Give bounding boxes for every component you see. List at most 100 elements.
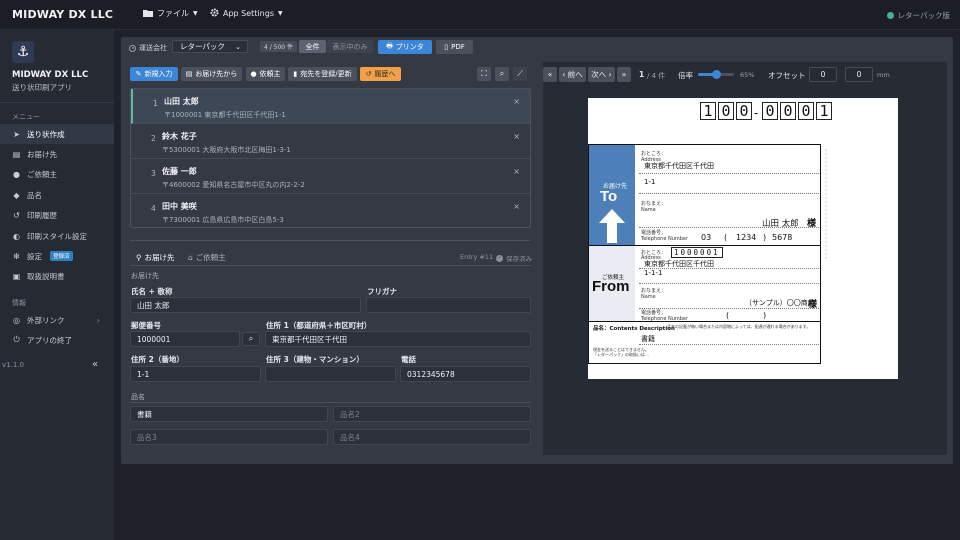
gear-icon: ✻ bbox=[13, 251, 20, 261]
from-name: （サンプル）〇〇商店 bbox=[745, 299, 815, 307]
register-address-button[interactable]: ▮ 宛先を登録/更新 bbox=[288, 67, 357, 81]
address1-field[interactable]: 東京都千代田区千代田 bbox=[265, 331, 531, 347]
list-item[interactable]: 2 鈴木 花子 〒5300001 大阪府大阪市北区梅田1-3-1 × bbox=[131, 124, 530, 159]
sidebar-collapse-button[interactable]: « bbox=[92, 359, 98, 370]
paren-open: ( bbox=[726, 311, 730, 320]
registered-badge: 登録済 bbox=[50, 251, 73, 261]
sidebar-section-info: 情報 bbox=[12, 299, 26, 307]
file-menu[interactable]: ファイル ▼ bbox=[143, 8, 198, 19]
close-icon[interactable]: × bbox=[513, 202, 520, 211]
settings-menu[interactable]: App Settings ▼ bbox=[210, 8, 283, 19]
zip-digit: 0 bbox=[718, 102, 734, 120]
zip-field[interactable]: 1000001 bbox=[130, 331, 240, 347]
from-destination-label: お届け先から bbox=[195, 70, 238, 78]
sidebar-item-clients[interactable]: ● ご依頼主 bbox=[0, 164, 114, 184]
zip-label: 郵便番号 bbox=[131, 321, 161, 330]
printer-button[interactable]: 🖶 プリンタ bbox=[378, 40, 432, 54]
first-page-button[interactable]: « bbox=[543, 67, 557, 82]
list-item-address: 〒7300001 広島県広島市中区白島5-3 bbox=[162, 216, 284, 224]
name-field[interactable]: 山田 太郎 bbox=[130, 297, 361, 313]
check-circle-icon: ✓ bbox=[496, 254, 503, 262]
from-client-button[interactable]: ● 依頼主 bbox=[246, 67, 285, 81]
from-client-label: 依頼主 bbox=[259, 70, 281, 78]
kana-field[interactable] bbox=[366, 297, 531, 313]
tab-destination[interactable]: ⚲ お届け先 bbox=[136, 252, 175, 263]
vertical-note: ・・・・・・・・・・・・・・・・・・・・・・・・・・・・ bbox=[824, 148, 829, 260]
item4-field[interactable]: 品名4 bbox=[333, 429, 531, 445]
sidebar-item-external-links[interactable]: ◎ 外部リンク › bbox=[0, 310, 114, 330]
sidebar-item-label: 取扱説明書 bbox=[27, 271, 65, 281]
search-icon[interactable]: ⌕ bbox=[495, 67, 509, 81]
item3-field[interactable]: 品名3 bbox=[130, 429, 328, 445]
chevron-down-icon: ⌄ bbox=[235, 43, 241, 51]
contents-value: 書籍 bbox=[641, 335, 655, 343]
zip-digit: 0 bbox=[798, 102, 814, 120]
carrier-select[interactable]: レターパック ⌄ bbox=[172, 40, 248, 53]
new-entry-button[interactable]: ✎ 新規入力 bbox=[130, 67, 178, 81]
arrow-shaft bbox=[607, 223, 617, 243]
list-item-number: 4 bbox=[151, 204, 156, 213]
page-total: / 4 件 bbox=[647, 72, 666, 80]
to-address1: 東京都千代田区千代田 bbox=[644, 162, 714, 170]
sidebar-item-print-style[interactable]: ◐ 印刷スタイル設定 bbox=[0, 226, 114, 246]
item2-field[interactable]: 品名2 bbox=[333, 406, 531, 422]
carrier-radio-icon[interactable] bbox=[129, 44, 136, 52]
address2-field[interactable]: 1-1 bbox=[130, 366, 261, 382]
zip-digit: 0 bbox=[762, 102, 778, 120]
list-item[interactable]: 1 山田 太郎 〒1000001 東京都千代田区千代田1-1 × bbox=[131, 89, 530, 124]
carrier-field: 運送会社 bbox=[129, 43, 167, 53]
user-icon: ● bbox=[250, 70, 257, 78]
arrow-up-icon bbox=[599, 209, 625, 223]
sidebar-item-history[interactable]: ↺ 印刷履歴 bbox=[0, 205, 114, 225]
list-item[interactable]: 3 佐藤 一郎 〒4600002 愛知県名古屋市中区丸の内2-2-2 × bbox=[131, 159, 530, 194]
close-icon[interactable]: × bbox=[513, 132, 520, 141]
sidebar-section-menu: メニュー bbox=[12, 113, 40, 121]
prev-page-button[interactable]: ‹ 前へ bbox=[559, 67, 586, 82]
list-item[interactable]: 4 田中 美咲 〒7300001 広島県広島市中区白島5-3 × bbox=[131, 194, 530, 229]
list-item-address: 〒1000001 東京都千代田区千代田1-1 bbox=[164, 111, 286, 119]
sidebar-item-destinations[interactable]: ▤ お届け先 bbox=[0, 144, 114, 164]
list-item-number: 1 bbox=[153, 99, 158, 108]
sidebar-item-create[interactable]: ➤ 送り状作成 bbox=[0, 124, 114, 144]
from-destination-button[interactable]: ▤ お届け先から bbox=[181, 67, 242, 81]
zoom-slider-thumb[interactable] bbox=[712, 70, 721, 79]
next-page-button[interactable]: 次へ › bbox=[588, 67, 615, 82]
last-page-button[interactable]: » bbox=[617, 67, 631, 82]
list-item-name: 佐藤 一郎 bbox=[162, 167, 197, 176]
tel-field[interactable]: 0312345678 bbox=[400, 366, 531, 382]
dotted-line bbox=[639, 283, 819, 284]
zip-digit: 0 bbox=[736, 102, 752, 120]
sidebar-item-quit[interactable]: ⏻ アプリの終了 bbox=[0, 330, 114, 350]
list-item-address: 〒5300001 大阪府大阪市北区梅田1-3-1 bbox=[162, 146, 291, 154]
item1-field[interactable]: 書籍 bbox=[130, 406, 328, 422]
cash-note: 現金を送ることはできません。 「レターパック」の取扱いは… bbox=[593, 347, 649, 357]
from-address2: 1-1-1 bbox=[644, 269, 663, 277]
zip-search-icon[interactable]: ⌕ bbox=[242, 332, 260, 346]
tab-client[interactable]: ⌂ ご依頼主 bbox=[188, 252, 226, 263]
user-icon: ● bbox=[13, 169, 20, 179]
sidebar-item-manual[interactable]: ▣ 取扱説明書 bbox=[0, 266, 114, 286]
sidebar-item-label: 印刷スタイル設定 bbox=[27, 231, 87, 241]
to-tel-area: 03 bbox=[701, 233, 712, 242]
expand-icon[interactable]: ⛶ bbox=[477, 67, 491, 81]
offset-x-field[interactable]: 0 bbox=[809, 67, 837, 82]
showing-only-toggle[interactable]: 表示中のみ bbox=[327, 40, 373, 53]
zip-digit: 1 bbox=[816, 102, 832, 120]
tab-client-label: ご依頼主 bbox=[195, 253, 226, 262]
chevron-down-icon: ▼ bbox=[277, 10, 283, 17]
history-button[interactable]: ↺ 履歴へ bbox=[360, 67, 401, 81]
pdf-button[interactable]: ▯ PDF bbox=[436, 40, 473, 54]
sidebar-item-settings[interactable]: ✻ 設定 登録済 bbox=[0, 246, 114, 266]
name-label: 氏名 + 敬称 bbox=[131, 287, 173, 296]
power-icon: ⏻ bbox=[13, 335, 20, 344]
sidebar-company: MIDWAY DX LLC bbox=[12, 70, 89, 80]
broom-icon[interactable]: ⟋ bbox=[513, 67, 527, 81]
offset-y-field[interactable]: 0 bbox=[845, 67, 873, 82]
from-name-caption: おなまえ： Name bbox=[641, 288, 667, 300]
home-icon: ⌂ bbox=[188, 253, 193, 262]
all-toggle[interactable]: 全件 bbox=[299, 40, 326, 53]
address3-field[interactable] bbox=[265, 366, 396, 382]
close-icon[interactable]: × bbox=[513, 97, 520, 106]
sidebar-item-items[interactable]: ◆ 品名 bbox=[0, 185, 114, 205]
close-icon[interactable]: × bbox=[513, 167, 520, 176]
